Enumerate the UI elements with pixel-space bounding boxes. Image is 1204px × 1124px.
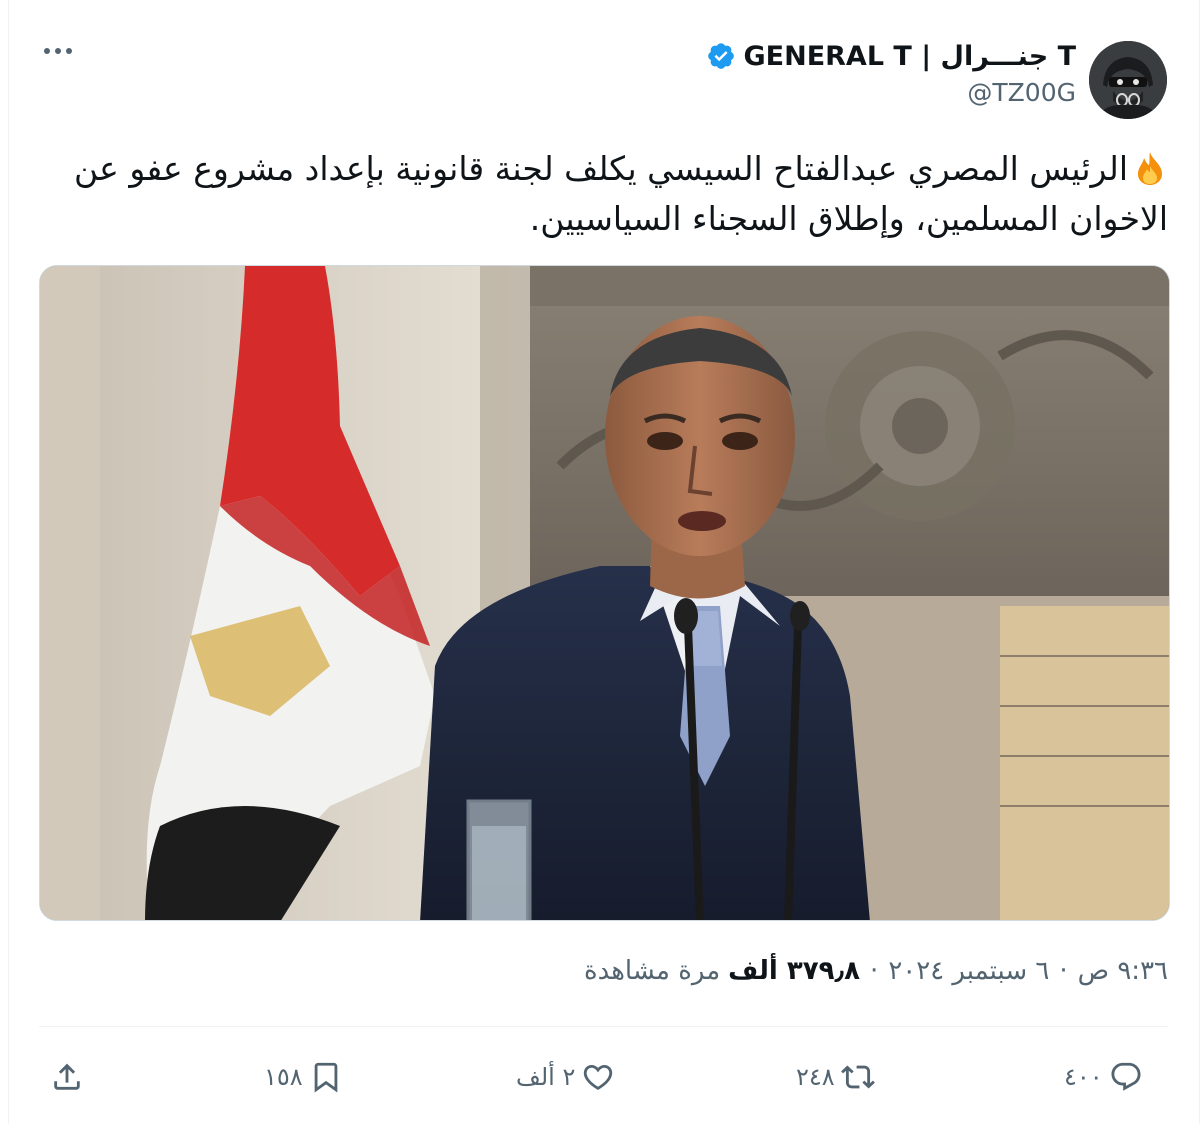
- retweet-count: ٢٤٨: [796, 1063, 835, 1091]
- reply-count: ٤٠٠: [1064, 1063, 1103, 1091]
- avatar[interactable]: [1089, 41, 1167, 119]
- tweet-time[interactable]: ٩:٣٦ ص: [1078, 956, 1168, 986]
- views-count: ٣٧٩٫٨ ألف: [728, 956, 861, 986]
- share-button[interactable]: [50, 1056, 84, 1098]
- fire-emoji: [1132, 150, 1168, 186]
- card-left-border: [8, 0, 9, 1124]
- author-handle[interactable]: @TZ00G: [967, 78, 1076, 107]
- bookmark-count: ١٥٨: [264, 1063, 303, 1091]
- tweet-meta: ٩:٣٦ ص · ٦ سبتمبر ٢٠٢٤ · ٣٧٩٫٨ ألف مرة م…: [584, 956, 1168, 986]
- bookmark-icon: [314, 1062, 338, 1093]
- like-button[interactable]: ٢ ألف: [516, 1056, 615, 1098]
- retweet-button[interactable]: ٢٤٨: [796, 1056, 875, 1098]
- views-label: مرة مشاهدة: [583, 956, 721, 986]
- verified-badge-icon[interactable]: [706, 41, 736, 71]
- author-name-row[interactable]: GENERAL T | جنـــرال T: [706, 36, 1077, 76]
- author-display-name[interactable]: GENERAL T | جنـــرال T: [744, 41, 1077, 72]
- reply-button[interactable]: ٤٠٠: [1064, 1056, 1143, 1098]
- meta-separator: ·: [870, 956, 879, 986]
- retweet-icon: [840, 1065, 875, 1089]
- reply-icon: [1111, 1062, 1141, 1091]
- tweet-date[interactable]: ٦ سبتمبر ٢٠٢٤: [888, 956, 1049, 986]
- like-count: ٢ ألف: [516, 1063, 576, 1091]
- tweet-body: الرئيس المصري عبدالفتاح السيسي يكلف لجنة…: [74, 149, 1168, 238]
- tweet-card: GENERAL T | جنـــرال T @TZ00G الرئيس الم…: [0, 0, 1204, 1124]
- meta-separator: ·: [1059, 956, 1068, 986]
- divider: [39, 1026, 1168, 1027]
- heart-icon: [584, 1064, 613, 1090]
- card-right-border: [1199, 0, 1200, 1124]
- avatar-image: [1089, 41, 1167, 119]
- more-horizontal-icon[interactable]: [40, 36, 76, 66]
- tweet-photo[interactable]: [39, 265, 1170, 921]
- share-icon: [54, 1063, 80, 1090]
- bookmark-button[interactable]: ١٥٨: [264, 1056, 343, 1098]
- photo-president-speaking: [40, 266, 1169, 920]
- tweet-text: الرئيس المصري عبدالفتاح السيسي يكلف لجنة…: [28, 144, 1168, 244]
